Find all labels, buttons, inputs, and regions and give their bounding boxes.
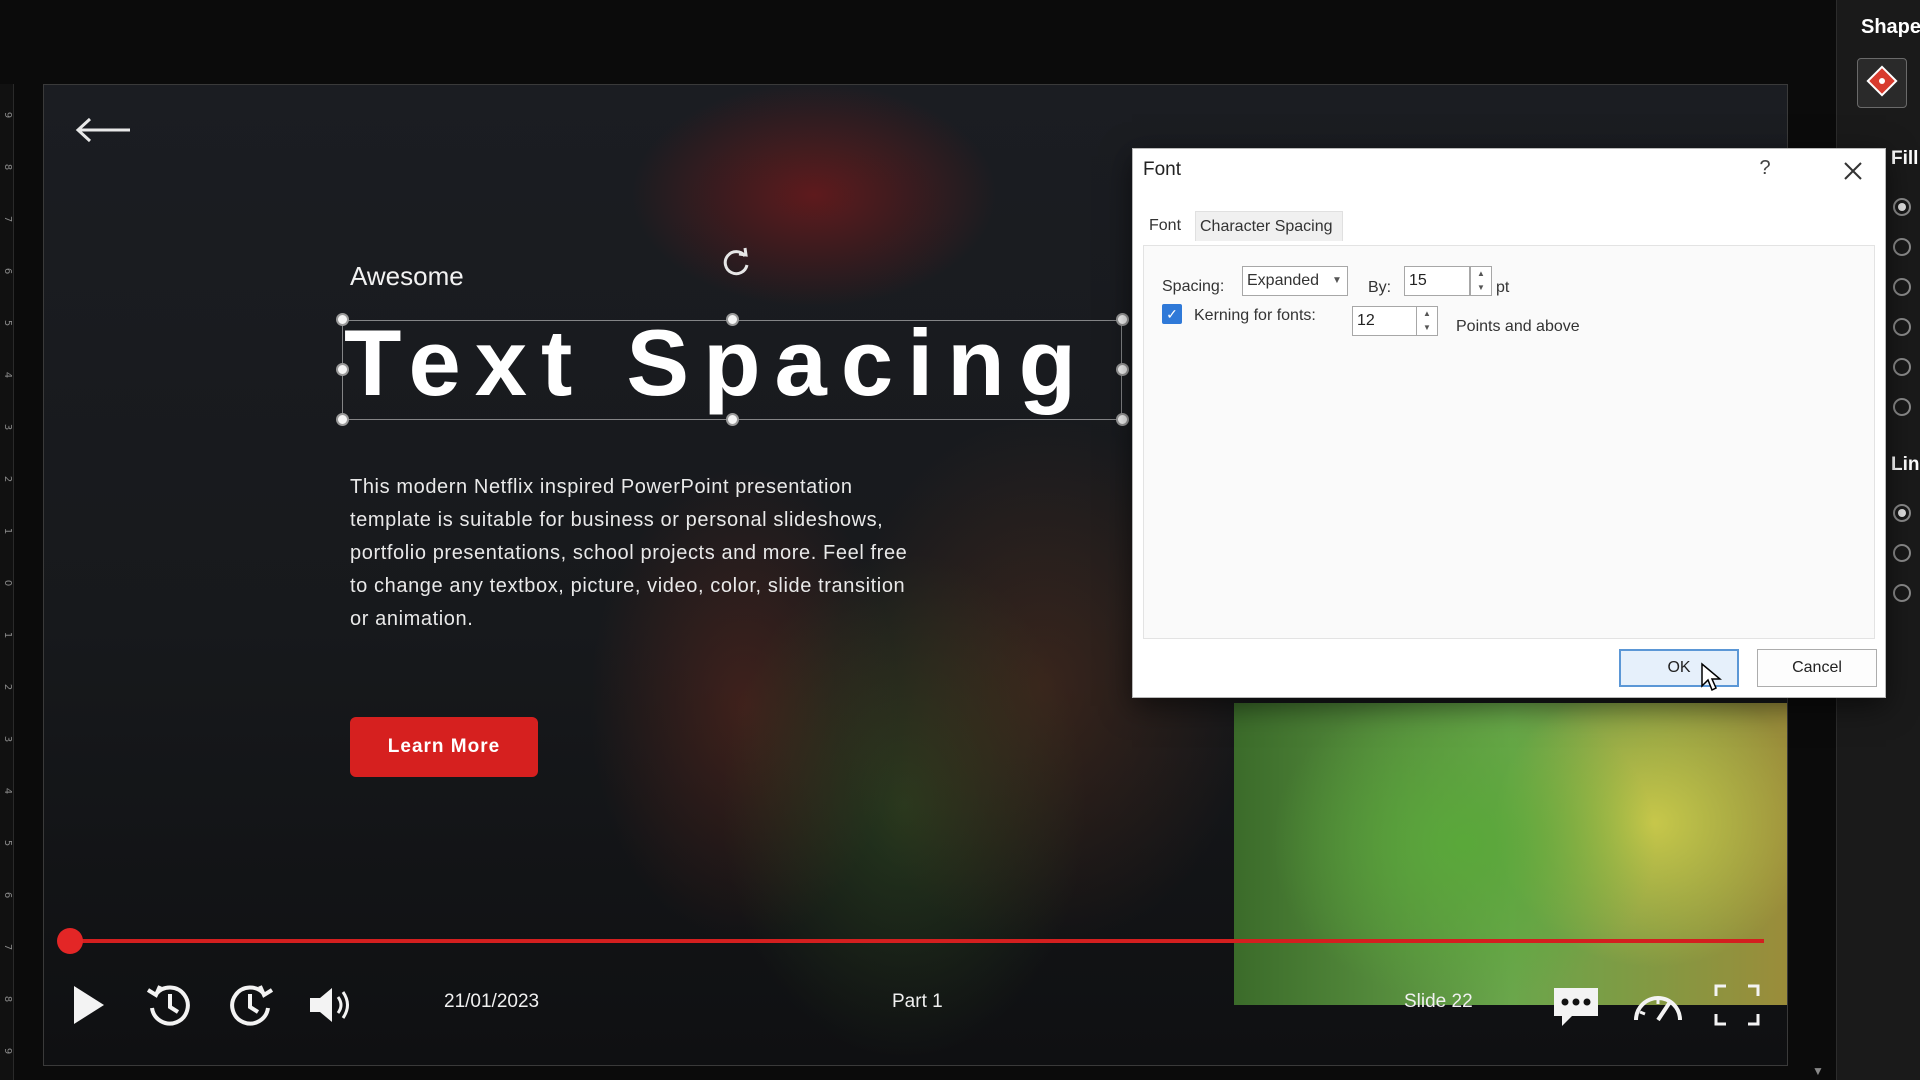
fill-line-icon[interactable]: [1857, 58, 1907, 108]
stepper-up-icon[interactable]: ▲: [1471, 267, 1491, 281]
learn-more-button[interactable]: Learn More: [350, 717, 538, 777]
fill-option-radio[interactable]: [1893, 358, 1911, 376]
close-button[interactable]: [1835, 153, 1871, 189]
slide-title[interactable]: Text Spacing: [344, 309, 1090, 417]
pane-title: Shape: [1861, 16, 1920, 38]
rotate-handle-icon[interactable]: [719, 246, 753, 280]
ruler-tick: 2: [2, 683, 13, 691]
ruler-tick: 9: [2, 1047, 13, 1055]
forward-icon[interactable]: [226, 980, 276, 1030]
player-slide-number: Slide 22: [1404, 991, 1473, 1012]
captions-icon[interactable]: [1550, 980, 1602, 1030]
ruler-tick: 3: [2, 735, 13, 743]
ruler-tick: 2: [2, 475, 13, 483]
kerning-input[interactable]: 12: [1352, 306, 1418, 336]
fill-option-radio[interactable]: [1893, 198, 1911, 216]
resize-handle[interactable]: [336, 313, 349, 326]
kerning-stepper[interactable]: ▲ ▼: [1416, 306, 1438, 336]
player-part: Part 1: [892, 991, 943, 1012]
ruler-tick: 7: [2, 943, 13, 951]
background-photo-right: [1234, 703, 1787, 1005]
back-arrow-icon[interactable]: [74, 115, 134, 145]
help-button[interactable]: ?: [1753, 157, 1777, 183]
ruler-tick: 5: [2, 839, 13, 847]
line-option-radio[interactable]: [1893, 504, 1911, 522]
play-icon[interactable]: [68, 980, 108, 1030]
chevron-down-icon: ▼: [1332, 275, 1342, 286]
ruler-tick: 0: [2, 579, 13, 587]
line-option-radio[interactable]: [1893, 544, 1911, 562]
fullscreen-icon[interactable]: [1712, 980, 1762, 1030]
resize-handle[interactable]: [336, 363, 349, 376]
mouse-cursor-icon: [1700, 662, 1723, 692]
stepper-down-icon[interactable]: ▼: [1417, 321, 1437, 335]
ruler-tick: 7: [2, 215, 13, 223]
line-section-label[interactable]: Line: [1891, 454, 1920, 476]
ruler-tick: 5: [2, 319, 13, 327]
volume-icon[interactable]: [306, 980, 356, 1030]
spacing-label: Spacing:: [1162, 278, 1225, 295]
resize-handle[interactable]: [1116, 313, 1129, 326]
speed-icon[interactable]: [1630, 980, 1686, 1030]
fill-option-radio[interactable]: [1893, 238, 1911, 256]
cancel-button[interactable]: Cancel: [1757, 649, 1877, 687]
resize-handle[interactable]: [1116, 363, 1129, 376]
font-dialog: Font ? Font Character Spacing Spacing: E…: [1132, 148, 1886, 698]
dialog-title: Font: [1143, 159, 1182, 180]
progress-knob[interactable]: [57, 928, 83, 954]
player-date: 21/01/2023: [444, 991, 540, 1012]
fill-option-radio[interactable]: [1893, 398, 1911, 416]
ruler-tick: 6: [2, 267, 13, 275]
line-option-radio[interactable]: [1893, 584, 1911, 602]
scroll-down-icon[interactable]: ▼: [1812, 1064, 1828, 1078]
by-label: By:: [1368, 279, 1392, 296]
progress-bar[interactable]: [72, 939, 1764, 943]
spacing-select-value: Expanded: [1247, 272, 1320, 289]
pt-unit-label: pt: [1496, 279, 1510, 296]
stepper-up-icon[interactable]: ▲: [1417, 307, 1437, 321]
resize-handle[interactable]: [726, 313, 739, 326]
resize-handle[interactable]: [726, 413, 739, 426]
fill-option-radio[interactable]: [1893, 318, 1911, 336]
slide-body-text[interactable]: This modern Netflix inspired PowerPoint …: [350, 471, 910, 636]
ruler-tick: 6: [2, 891, 13, 899]
tab-font[interactable]: Font: [1145, 211, 1189, 241]
resize-handle[interactable]: [1116, 413, 1129, 426]
fill-option-radio[interactable]: [1893, 278, 1911, 296]
kerning-label[interactable]: Kerning for fonts:: [1194, 307, 1316, 325]
ruler-tick: 8: [2, 163, 13, 171]
ruler-tick: 1: [2, 527, 13, 535]
by-stepper[interactable]: ▲ ▼: [1470, 266, 1492, 296]
points-and-above-label: Points and above: [1456, 318, 1580, 335]
ruler-tick: 3: [2, 423, 13, 431]
vertical-ruler: 9 8 7 6 5 4 3 2 1 0 1 2 3 4 5 6 7 8 9: [0, 84, 14, 1080]
rewind-icon[interactable]: [144, 980, 194, 1030]
ruler-tick: 9: [2, 111, 13, 119]
stepper-down-icon[interactable]: ▼: [1471, 281, 1491, 295]
tab-character-spacing[interactable]: Character Spacing: [1195, 211, 1343, 241]
resize-handle[interactable]: [336, 413, 349, 426]
character-spacing-panel: Spacing: Expanded ▼ By: 15 ▲ ▼ pt ✓ Kern…: [1143, 245, 1875, 639]
by-input[interactable]: 15: [1404, 266, 1470, 296]
ruler-tick: 1: [2, 631, 13, 639]
slide-subtitle[interactable]: Awesome: [350, 261, 464, 292]
ruler-tick: 8: [2, 995, 13, 1003]
ruler-tick: 4: [2, 371, 13, 379]
spacing-select[interactable]: Expanded ▼: [1242, 266, 1348, 296]
fill-section-label[interactable]: Fill: [1891, 148, 1918, 170]
ruler-tick: 4: [2, 787, 13, 795]
powerpoint-window: 9876543210123456789 Awesome Text Spacing…: [0, 0, 1920, 1080]
kerning-checkbox[interactable]: ✓: [1162, 304, 1182, 324]
